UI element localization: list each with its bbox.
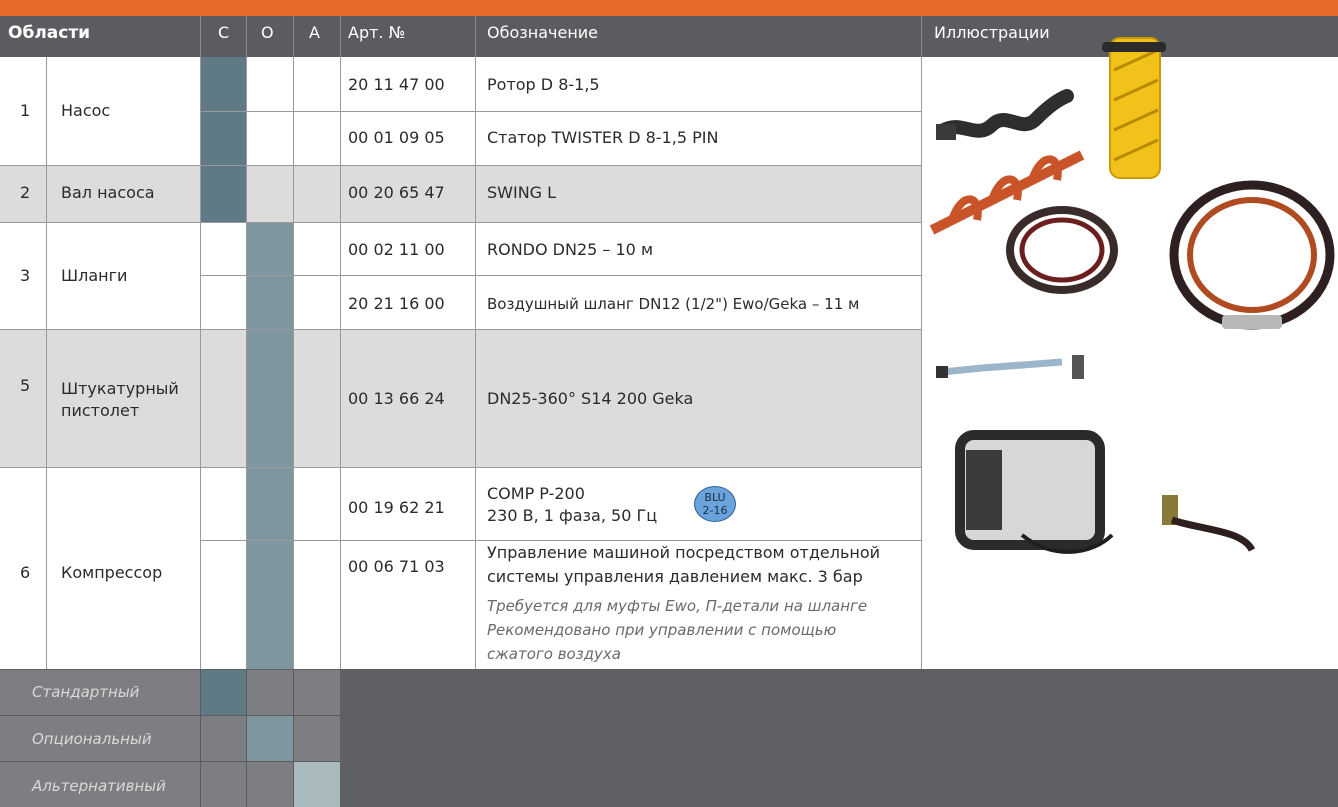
column-divider [200,57,201,669]
article-number: 00 19 62 21 [348,498,445,517]
header-areas: Области [8,23,91,43]
area-label: пистолет [61,401,140,420]
article-number: 20 21 16 00 [348,294,445,313]
article-number: 00 20 65 47 [348,183,445,202]
optional-marker [247,222,293,669]
area-label: Компрессор [61,563,163,582]
legend-optional-swatch [247,716,293,761]
row-divider [201,275,921,276]
row-divider [0,165,921,166]
designation: COMP P-200 [487,484,585,503]
designation: RONDO DN25 – 10 м [487,240,654,259]
article-number: 00 06 71 03 [348,557,445,576]
header-divider [340,16,341,57]
hose-coil [1187,197,1317,313]
designation: Ротор D 8-1,5 [487,75,600,94]
legend-alternative-label: Альтернативный [32,777,166,795]
article-number: 00 01 09 05 [348,128,445,147]
column-divider [293,57,294,669]
hose-icon [1169,180,1335,330]
standard-marker [201,57,246,222]
area-label: Вал насоса [61,183,155,202]
area-label: Насос [61,101,111,120]
designation-note: Рекомендовано при управлении с помощью [487,621,837,639]
column-divider [46,57,47,669]
rotor-icon [937,89,1074,138]
designation: Управление машиной посредством отдельной [487,543,881,562]
badge-label: 2-16 [702,504,728,517]
designation: Статор TWISTER D 8-1,5 PIN [487,128,719,147]
stator-end [1102,42,1166,52]
product-illustrations [929,37,1335,554]
legend-standard-label: Стандартный [32,683,140,701]
designation: 230 В, 1 фаза, 50 Гц [487,506,658,525]
legend-optional-label: Опциональный [32,730,152,748]
row-number: 5 [20,376,31,395]
designation-note: Требуется для муфты Ewo, П-детали на шла… [487,597,868,615]
row-number: 3 [20,266,31,285]
plaster-gun-icon [941,358,1063,376]
gun-handle [1072,355,1084,379]
header-divider [200,16,201,57]
row-number: 1 [20,101,31,120]
row-number: 6 [20,563,31,582]
hose-coupling [1222,315,1282,329]
article-number: 00 02 11 00 [348,240,445,259]
column-divider [475,57,476,669]
rotor-end [936,124,956,140]
article-number: 20 11 47 00 [348,75,445,94]
compressor-panel [966,450,1002,530]
row-divider [0,467,921,468]
legend-standard-swatch [201,670,246,715]
row-divider [201,111,921,112]
designation: DN25-360° S14 200 Geka [487,389,694,408]
designation: SWING L [487,183,557,202]
column-divider [246,57,247,669]
header-divider [293,16,294,57]
hose-coil [1019,217,1105,283]
column-divider [340,57,341,669]
header-divider [475,16,476,57]
designation-note: сжатого воздуха [487,645,622,663]
designation: системы управления давлением макс. 3 бар [487,567,863,586]
gun-nozzle [936,366,948,378]
top-accent-bar [0,0,1338,16]
header-article-number: Арт. № [348,23,406,42]
header-optional: О [261,23,274,42]
legend-divider [0,761,340,762]
header-alternative: А [309,23,320,42]
row-divider [0,329,921,330]
blu-badge: BLU 2-16 [694,486,736,522]
row-divider [0,222,921,223]
header-standard: С [218,23,230,42]
area-label: Шланги [61,266,128,285]
article-number: 00 13 66 24 [348,389,445,408]
designation: Воздушный шланг DN12 (1/2") Ewo/Geka – 1… [487,295,860,313]
legend-alternative-swatch [294,762,340,807]
badge-label: BLU [704,491,726,504]
control-hose [1170,516,1256,552]
area-label: Штукатурный [61,379,179,398]
header-designation: Обозначение [487,23,599,42]
row-number: 2 [20,183,31,202]
header-divider [246,16,247,57]
row-divider [201,540,921,541]
